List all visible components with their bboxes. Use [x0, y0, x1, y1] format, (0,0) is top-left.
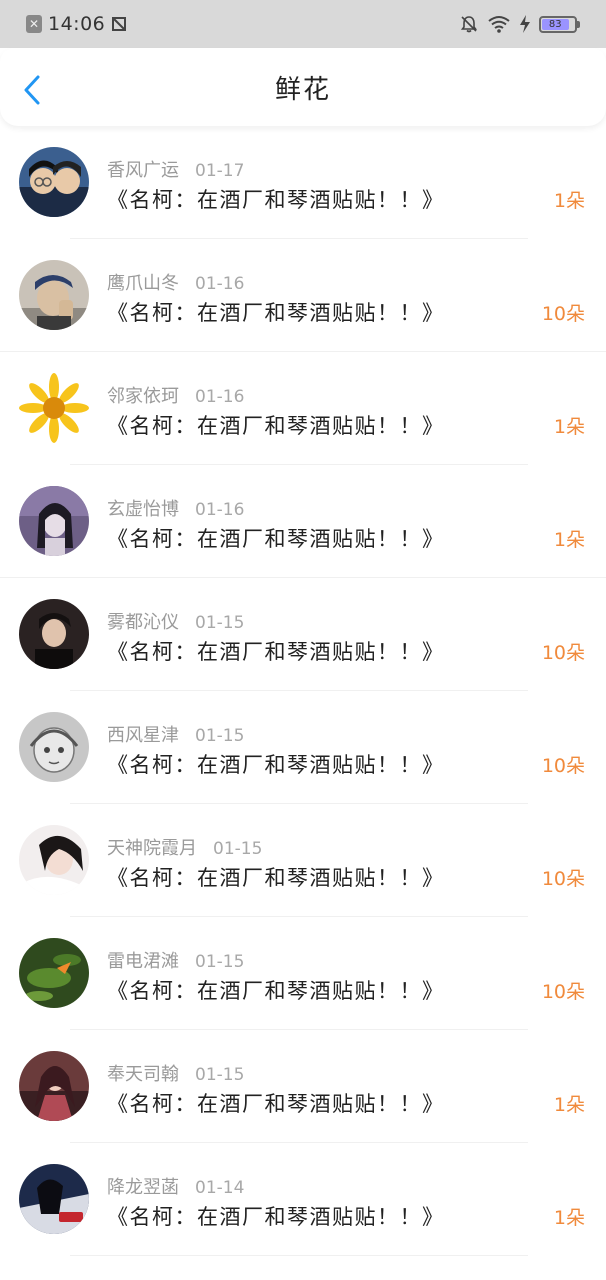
avatar [19, 373, 89, 443]
work-title: 《名柯：在酒厂和琴酒贴贴！！》 [107, 640, 445, 664]
flower-amount: 1朵 [553, 529, 585, 551]
list-item[interactable]: 西风星津 01-15 《名柯：在酒厂和琴酒贴贴！！》 10朵 [0, 691, 606, 804]
item-date: 01-15 [213, 839, 263, 859]
screenshot-icon [112, 17, 127, 31]
wifi-icon [488, 16, 510, 33]
user-name: 香风广运 [107, 160, 179, 181]
avatar [19, 1164, 89, 1234]
list-item[interactable]: 邻家依珂 01-16 《名柯：在酒厂和琴酒贴贴！！》 1朵 [0, 352, 606, 465]
list-item[interactable]: 鹰爪山冬 01-16 《名柯：在酒厂和琴酒贴贴！！》 10朵 [0, 239, 606, 352]
flower-amount: 1朵 [553, 1094, 585, 1116]
item-meta: 天神院霞月 01-15 [107, 834, 262, 860]
user-name: 邻家依珂 [107, 386, 179, 407]
item-date: 01-16 [195, 387, 245, 407]
work-title: 《名柯：在酒厂和琴酒贴贴！！》 [107, 979, 445, 1003]
user-name: 奉天司翰 [107, 1064, 179, 1085]
work-title: 《名柯：在酒厂和琴酒贴贴！！》 [107, 188, 445, 212]
avatar [19, 938, 89, 1008]
item-meta: 鹰爪山冬 01-16 [107, 269, 244, 295]
flower-amount: 1朵 [553, 190, 585, 212]
status-bar: ✕ 14:06 83 [0, 0, 606, 48]
back-arrow-icon [24, 75, 40, 105]
back-button[interactable] [16, 74, 48, 106]
item-meta: 雷电涒滩 01-15 [107, 947, 244, 973]
charging-icon [520, 15, 530, 33]
status-left: ✕ 14:06 [26, 13, 127, 35]
avatar [19, 825, 89, 895]
work-title: 《名柯：在酒厂和琴酒贴贴！！》 [107, 753, 445, 777]
user-name: 降龙翌菡 [107, 1177, 179, 1198]
item-date: 01-17 [195, 161, 245, 181]
item-date: 01-16 [195, 274, 245, 294]
flower-amount: 1朵 [553, 416, 585, 438]
battery-icon: 83 [539, 15, 580, 33]
user-name: 雷电涒滩 [107, 951, 179, 972]
flower-amount: 1朵 [553, 1207, 585, 1229]
item-meta: 邻家依珂 01-16 [107, 382, 244, 408]
item-date: 01-16 [195, 500, 245, 520]
nav-bar: 鲜花 [0, 48, 606, 126]
item-meta: 香风广运 01-17 [107, 156, 244, 182]
list-item[interactable]: 奉天司翰 01-15 《名柯：在酒厂和琴酒贴贴！！》 1朵 [0, 1030, 606, 1143]
work-title: 《名柯：在酒厂和琴酒贴贴！！》 [107, 414, 445, 438]
flower-list: 香风广运 01-17 《名柯：在酒厂和琴酒贴贴！！》 1朵 鹰爪山冬 01-16… [0, 126, 606, 1256]
work-title: 《名柯：在酒厂和琴酒贴贴！！》 [107, 1205, 445, 1229]
item-date: 01-15 [195, 613, 245, 633]
list-item[interactable]: 雷电涒滩 01-15 《名柯：在酒厂和琴酒贴贴！！》 10朵 [0, 917, 606, 1030]
item-date: 01-15 [195, 726, 245, 746]
avatar [19, 599, 89, 669]
battery-level: 83 [542, 18, 569, 30]
user-name: 西风星津 [107, 725, 179, 746]
avatar [19, 486, 89, 556]
list-item[interactable]: 香风广运 01-17 《名柯：在酒厂和琴酒贴贴！！》 1朵 [0, 126, 606, 239]
avatar [19, 1051, 89, 1121]
list-item[interactable]: 降龙翌菡 01-14 《名柯：在酒厂和琴酒贴贴！！》 1朵 [0, 1143, 606, 1256]
item-meta: 雾都沁仪 01-15 [107, 608, 244, 634]
notification-off-icon [460, 16, 478, 33]
work-title: 《名柯：在酒厂和琴酒贴贴！！》 [107, 866, 445, 890]
item-date: 01-15 [195, 1065, 245, 1085]
avatar [19, 712, 89, 782]
user-name: 玄虚怡博 [107, 499, 179, 520]
page-title: 鲜花 [274, 74, 331, 105]
divider [70, 1255, 528, 1256]
flower-amount: 10朵 [541, 755, 585, 777]
work-title: 《名柯：在酒厂和琴酒贴贴！！》 [107, 301, 445, 325]
item-date: 01-15 [195, 952, 245, 972]
user-name: 雾都沁仪 [107, 612, 179, 633]
list-item[interactable]: 雾都沁仪 01-15 《名柯：在酒厂和琴酒贴贴！！》 10朵 [0, 578, 606, 691]
status-time: 14:06 [48, 13, 106, 35]
user-name: 鹰爪山冬 [107, 273, 179, 294]
flower-amount: 10朵 [541, 868, 585, 890]
flower-amount: 10朵 [541, 981, 585, 1003]
item-meta: 奉天司翰 01-15 [107, 1060, 244, 1086]
avatar [19, 147, 89, 217]
item-date: 01-14 [195, 1178, 245, 1198]
item-meta: 西风星津 01-15 [107, 721, 244, 747]
work-title: 《名柯：在酒厂和琴酒贴贴！！》 [107, 527, 445, 551]
item-meta: 降龙翌菡 01-14 [107, 1173, 244, 1199]
work-title: 《名柯：在酒厂和琴酒贴贴！！》 [107, 1092, 445, 1116]
flower-amount: 10朵 [541, 642, 585, 664]
list-item[interactable]: 玄虚怡博 01-16 《名柯：在酒厂和琴酒贴贴！！》 1朵 [0, 465, 606, 578]
flower-amount: 10朵 [541, 303, 585, 325]
user-name: 天神院霞月 [107, 838, 197, 859]
status-right: 83 [459, 14, 580, 34]
avatar [19, 260, 89, 330]
app-notification-icon: ✕ [26, 15, 42, 33]
item-meta: 玄虚怡博 01-16 [107, 495, 244, 521]
list-item[interactable]: 天神院霞月 01-15 《名柯：在酒厂和琴酒贴贴！！》 10朵 [0, 804, 606, 917]
